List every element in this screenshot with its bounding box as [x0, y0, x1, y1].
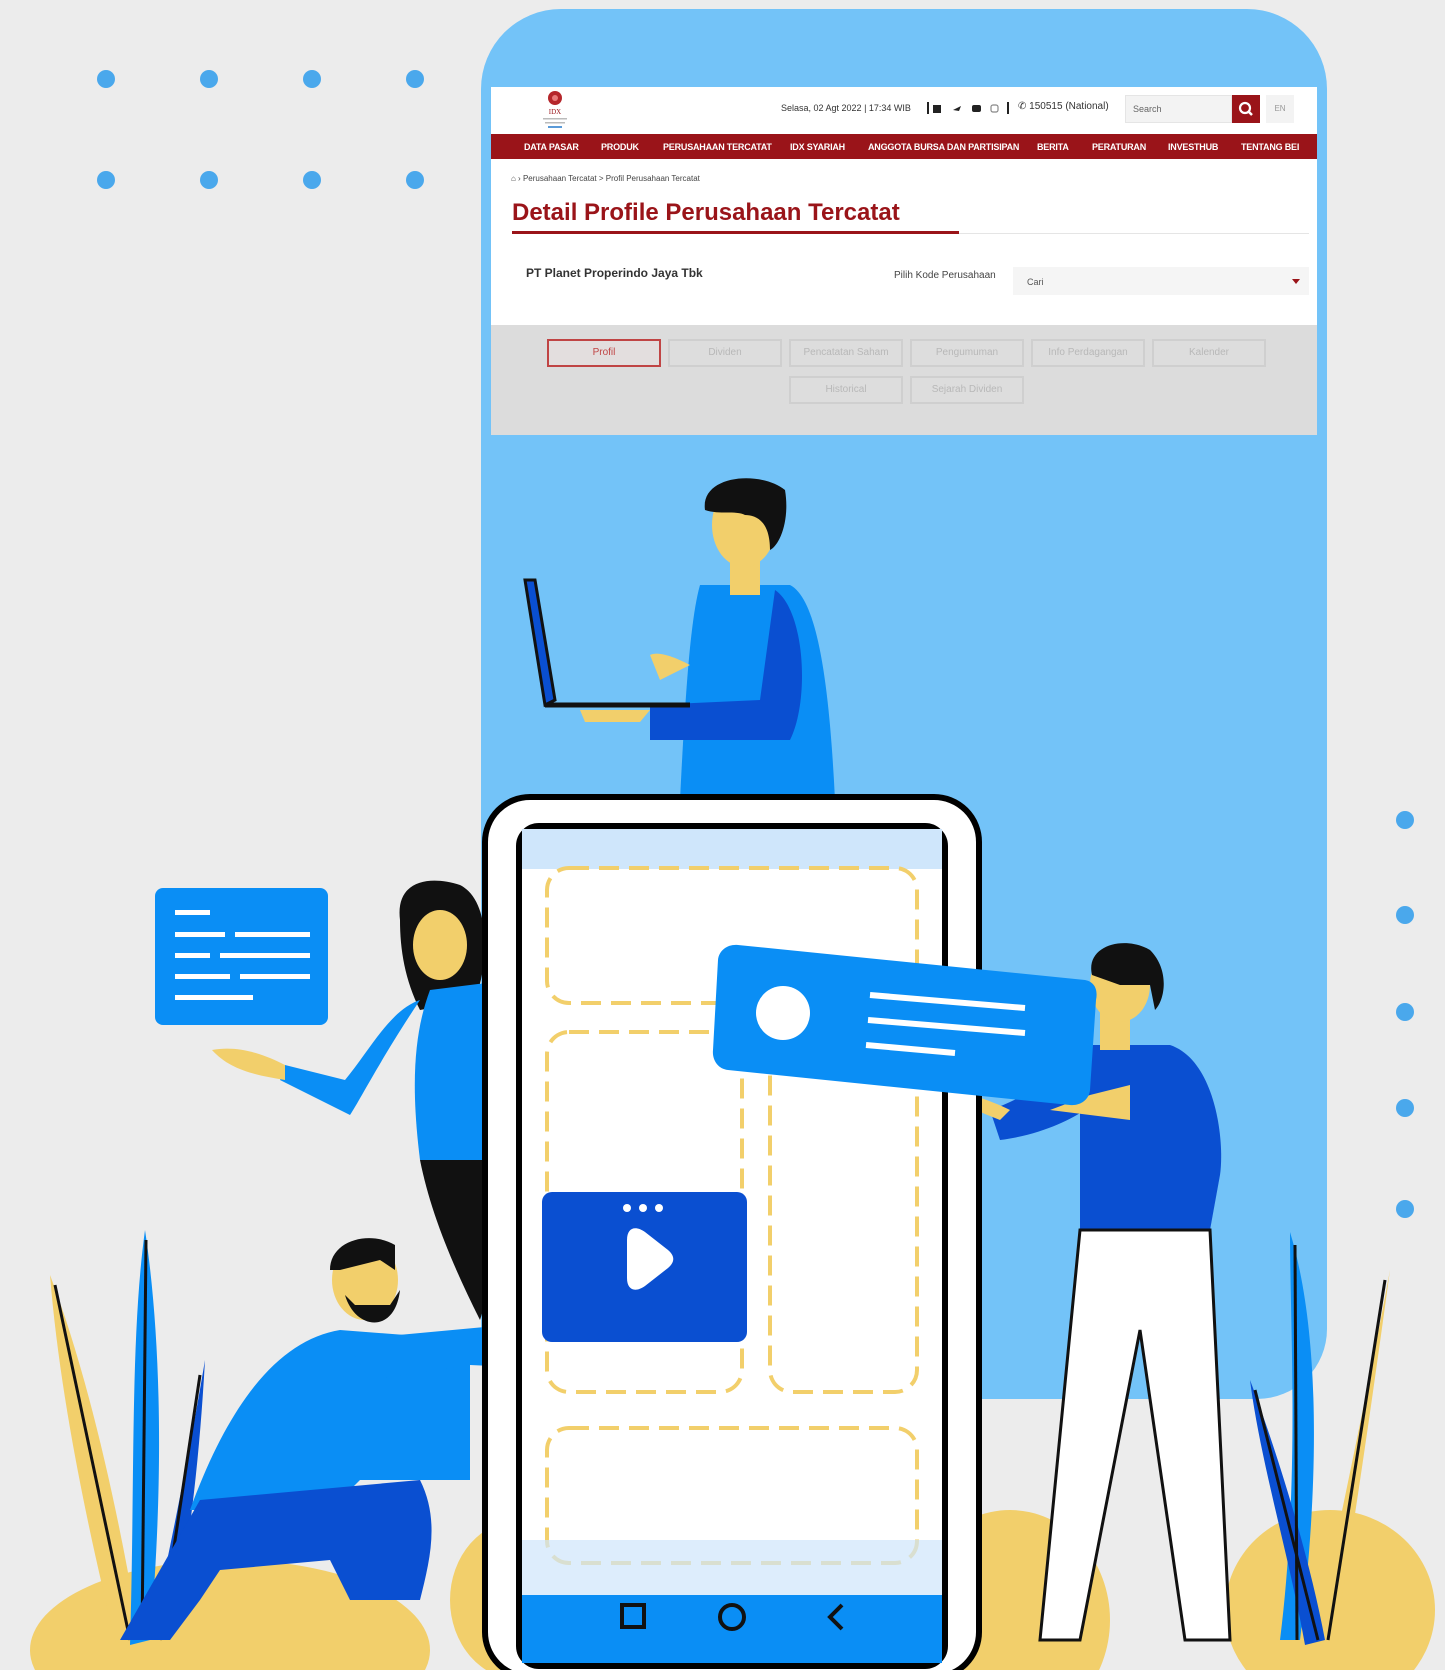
smartphone	[482, 794, 982, 1670]
laptop-icon	[523, 578, 690, 708]
man-with-laptop	[523, 478, 835, 800]
video-card	[542, 1192, 747, 1342]
text-card-icon	[155, 888, 328, 1025]
illustration	[30, 478, 1435, 1670]
